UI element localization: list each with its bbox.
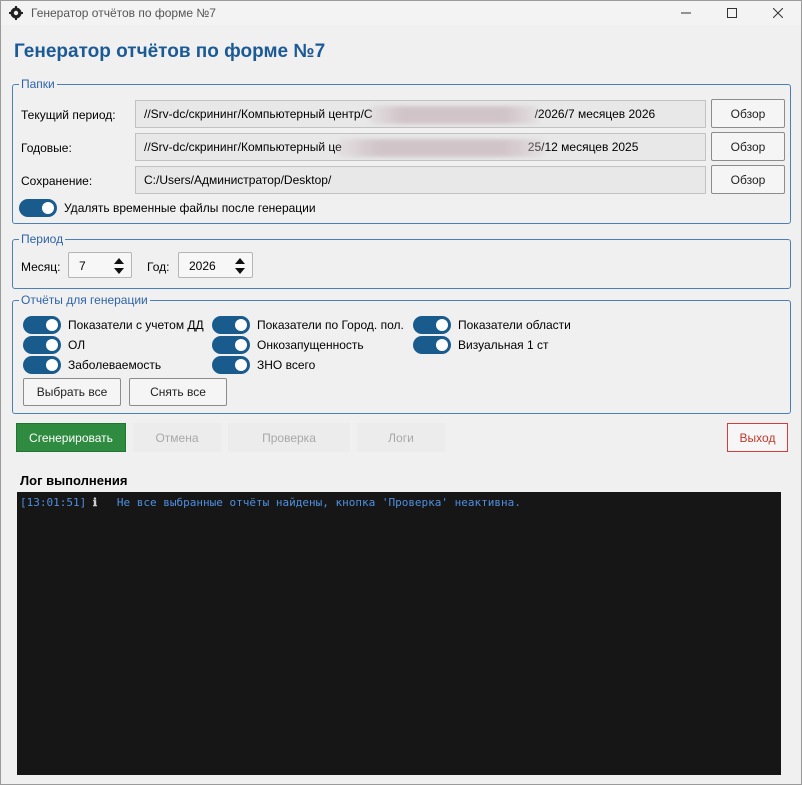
report-label: Заболеваемость: [68, 358, 162, 372]
year-label: Год:: [147, 260, 170, 274]
log-message: Не все выбранные отчёты найдены, кнопка …: [116, 496, 521, 509]
redacted-region: [336, 139, 546, 157]
log-title: Лог выполнения: [20, 473, 128, 488]
report-toggle[interactable]: [23, 336, 61, 354]
app-window: Генератор отчётов по форме №7 Генератор …: [0, 0, 802, 785]
exit-button[interactable]: Выход: [727, 423, 788, 452]
log-entry: [13:01:51] ℹ Не все выбранные отчёты най…: [20, 496, 521, 509]
app-icon: [9, 6, 23, 20]
cancel-button[interactable]: Отмена: [133, 423, 221, 452]
period-group: Период Месяц: 7 Год: 2026: [12, 232, 791, 289]
report-label: ОЛ: [68, 338, 86, 352]
month-spinbox[interactable]: 7: [68, 252, 132, 278]
report-toggle[interactable]: [23, 356, 61, 374]
report-label: Показатели с учетом ДД: [68, 318, 204, 332]
report-toggle[interactable]: [212, 336, 250, 354]
save-label: Сохранение:: [21, 174, 93, 188]
current-period-path-start: //Srv-dc/скрининг/Компьютерный центр/С: [144, 107, 373, 121]
report-label: Онкозапущенность: [257, 338, 364, 352]
window-title: Генератор отчётов по форме №7: [31, 6, 216, 20]
current-period-label: Текущий период:: [21, 108, 116, 122]
close-icon: [773, 8, 783, 18]
period-legend: Период: [19, 232, 66, 246]
spin-arrows-icon[interactable]: [234, 257, 246, 275]
report-toggle[interactable]: [23, 316, 61, 334]
reports-group: Отчёты для генерации Показатели с учетом…: [12, 293, 791, 414]
browse-save-button[interactable]: Обзор: [711, 165, 785, 194]
delete-temp-toggle[interactable]: [19, 199, 57, 217]
log-time: [13:01:51]: [20, 496, 87, 509]
browse-current-period-button[interactable]: Обзор: [711, 99, 785, 128]
current-period-path-field[interactable]: //Srv-dc/скрининг/Компьютерный центр/С/2…: [135, 100, 706, 128]
folders-legend: Папки: [19, 77, 57, 91]
report-toggle[interactable]: [413, 336, 451, 354]
maximize-icon: [727, 8, 737, 18]
clear-all-button[interactable]: Снять все: [129, 378, 227, 406]
redacted-region: [368, 106, 540, 124]
month-value: 7: [79, 259, 86, 273]
month-label: Месяц:: [21, 260, 61, 274]
maximize-button[interactable]: [709, 1, 755, 25]
year-spinbox[interactable]: 2026: [178, 252, 253, 278]
check-button[interactable]: Проверка: [228, 423, 350, 452]
minimize-icon: [681, 12, 691, 14]
current-period-path-end: /2026/7 месяцев 2026: [534, 107, 656, 121]
info-icon: ℹ: [92, 496, 98, 509]
report-label: Показатели по Город. пол.: [257, 318, 404, 332]
delete-temp-label: Удалять временные файлы после генерации: [64, 201, 316, 215]
report-label: Показатели области: [458, 318, 571, 332]
title-bar: Генератор отчётов по форме №7: [1, 1, 801, 25]
report-toggle[interactable]: [413, 316, 451, 334]
report-toggle[interactable]: [212, 356, 250, 374]
year-value: 2026: [189, 259, 216, 273]
report-label: ЗНО всего: [257, 358, 316, 372]
logs-button[interactable]: Логи: [357, 423, 445, 452]
generate-button[interactable]: Сгенерировать: [16, 423, 126, 452]
report-toggle[interactable]: [212, 316, 250, 334]
spin-arrows-icon[interactable]: [113, 257, 125, 275]
annual-path-start: //Srv-dc/скрининг/Компьютерный це: [144, 140, 342, 154]
minimize-button[interactable]: [663, 1, 709, 25]
annual-path-field[interactable]: //Srv-dc/скрининг/Компьютерный це 25/12 м…: [135, 133, 706, 161]
browse-annual-button[interactable]: Обзор: [711, 132, 785, 161]
report-label: Визуальная 1 ст: [458, 338, 549, 352]
folders-group: Папки Текущий период: //Srv-dc/скрининг/…: [12, 77, 791, 224]
close-window-button[interactable]: [755, 1, 801, 25]
page-title: Генератор отчётов по форме №7: [14, 41, 326, 62]
reports-legend: Отчёты для генерации: [19, 293, 150, 307]
select-all-button[interactable]: Выбрать все: [23, 378, 121, 406]
annual-label: Годовые:: [21, 141, 72, 155]
save-path-field[interactable]: C:/Users/Администратор/Desktop/: [135, 166, 706, 194]
log-scrollbar[interactable]: [783, 492, 799, 775]
log-output[interactable]: [13:01:51] ℹ Не все выбранные отчёты най…: [17, 492, 781, 775]
